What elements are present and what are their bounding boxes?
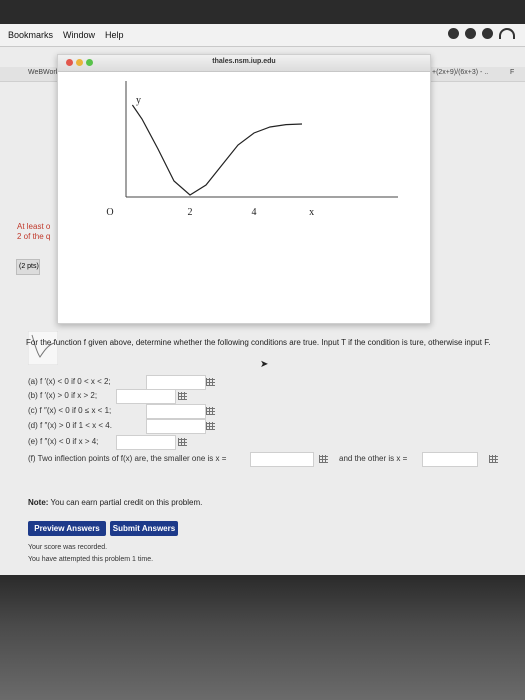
- status-recorded: Your score was recorded.: [28, 544, 108, 551]
- note-text: Note: You can earn partial credit on thi…: [28, 498, 203, 507]
- part-d-input[interactable]: [146, 419, 206, 434]
- grid-icon[interactable]: [178, 438, 187, 446]
- menu-bar: Bookmarks Window Help: [0, 24, 525, 47]
- part-f-other-label: and the other is x =: [339, 454, 408, 463]
- part-f-label: (f) Two inflection points of f(x) are, t…: [28, 454, 227, 463]
- submit-answers-button[interactable]: Submit Answers: [110, 521, 178, 536]
- x-tick-label: O: [106, 207, 113, 218]
- tab-webwork[interactable]: WeBWork: [28, 69, 59, 76]
- grid-icon[interactable]: [206, 422, 215, 430]
- mouse-cursor-icon: ➤: [260, 359, 269, 370]
- part-c-input[interactable]: [146, 404, 206, 419]
- bluetooth-icon[interactable]: [482, 28, 493, 39]
- grid-icon[interactable]: [206, 378, 215, 386]
- part-c-label: (c) f ″(x) < 0 if 0 ≤ x < 1;: [28, 406, 112, 415]
- x-tick-label: 4: [252, 207, 257, 218]
- y-axis-label: y: [136, 95, 141, 106]
- popup-title: thales.nsm.iup.edu: [212, 58, 276, 65]
- status-icon[interactable]: [448, 28, 459, 39]
- part-e-input[interactable]: [116, 435, 176, 450]
- warning-text: At least o 2 of the q: [17, 222, 51, 241]
- part-a-input[interactable]: [146, 375, 206, 390]
- tab-expression[interactable]: +(2x+9)/(6x+3) - ..: [432, 69, 488, 76]
- menu-window[interactable]: Window: [63, 30, 95, 40]
- part-b-label: (b) f ′(x) > 0 if x > 2;: [28, 391, 98, 400]
- part-f-input-1[interactable]: [250, 452, 314, 467]
- part-b-input[interactable]: [116, 389, 176, 404]
- points-label: (2 pts): [16, 259, 40, 275]
- function-curve: [131, 104, 303, 196]
- menu-help[interactable]: Help: [105, 30, 124, 40]
- part-d-label: (d) f ″(x) > 0 if 1 < x < 4.: [28, 421, 112, 430]
- grid-icon[interactable]: [206, 407, 215, 415]
- question-text: For the function f given above, determin…: [26, 338, 491, 347]
- sync-icon[interactable]: [465, 28, 476, 39]
- preview-answers-button[interactable]: Preview Answers: [28, 521, 106, 536]
- function-graph: O 2 4 x y: [106, 81, 398, 218]
- part-e-label: (e) f ″(x) < 0 if x > 4;: [28, 437, 99, 446]
- grid-icon[interactable]: [319, 455, 328, 463]
- monitor-bezel-top: [0, 0, 525, 24]
- status-attempts: You have attempted this problem 1 time.: [28, 556, 154, 563]
- graph-popup-window[interactable]: thales.nsm.iup.edu O 2 4 x y: [57, 54, 431, 324]
- part-f-input-2[interactable]: [422, 452, 478, 467]
- wifi-icon[interactable]: [499, 28, 515, 39]
- desk-surface: [0, 575, 525, 700]
- grid-icon[interactable]: [178, 392, 187, 400]
- popup-titlebar[interactable]: thales.nsm.iup.edu: [58, 55, 430, 72]
- tab-f[interactable]: F: [510, 69, 514, 76]
- x-tick-label: 2: [188, 207, 193, 218]
- x-axis-label: x: [309, 207, 314, 218]
- menu-bookmarks[interactable]: Bookmarks: [8, 30, 53, 40]
- system-tray: [448, 28, 515, 39]
- part-a-label: (a) f ′(x) < 0 if 0 < x < 2;: [28, 377, 111, 386]
- grid-icon[interactable]: [489, 455, 498, 463]
